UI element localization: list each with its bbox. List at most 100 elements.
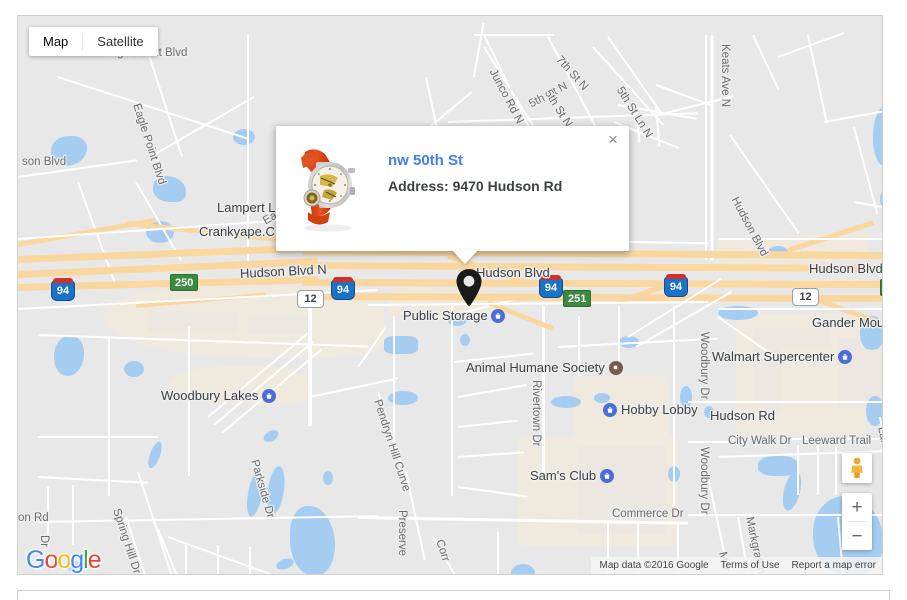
logo-letter-g2: g: [70, 546, 84, 574]
poi-text: Animal Humane Society: [466, 360, 605, 375]
below-map-panel: [17, 590, 890, 600]
map-pin-icon: [456, 269, 482, 306]
poi-woodbury-lakes[interactable]: Woodbury Lakes: [161, 388, 277, 403]
water-body: [264, 465, 288, 515]
shield-label: 94: [56, 285, 70, 297]
shopping-bag-icon: [838, 349, 853, 364]
water-body: [460, 334, 470, 346]
local-road: [249, 547, 251, 574]
poi-animal-humane-society[interactable]: Animal Humane Society: [466, 360, 623, 375]
map-canvas[interactable]: 94 250 94 12 94 251 94 12 Blvd Eagle Poi…: [18, 16, 882, 574]
info-window-tail: [452, 250, 478, 264]
civic-building-icon: [608, 360, 623, 375]
pegman-icon: [851, 457, 863, 479]
shield-label: 94: [544, 282, 558, 294]
street-view-pegman[interactable]: [842, 453, 872, 483]
exit-shield-251: 251: [563, 290, 592, 307]
logo-letter-o2: o: [57, 546, 71, 574]
map-data-credit: Map data ©2016 Google: [599, 560, 709, 571]
local-road: [451, 306, 453, 496]
logo-letter-g: G: [26, 546, 45, 574]
local-road: [37, 476, 148, 484]
terms-of-use-link[interactable]: Terms of Use: [721, 559, 780, 572]
map-type-control[interactable]: Map Satellite: [29, 27, 158, 56]
local-road: [308, 306, 312, 426]
local-road: [542, 306, 545, 476]
poi-walmart-supercenter[interactable]: Walmart Supercenter: [712, 349, 853, 364]
highway-shield-i94: 94: [331, 277, 355, 300]
water-body: [511, 564, 535, 574]
local-road: [729, 134, 800, 234]
local-road: [807, 34, 828, 124]
frontage-road: [718, 308, 882, 310]
shopping-bag-icon: [490, 308, 505, 323]
poi-text: Sam's Club: [530, 468, 597, 483]
water-body: [779, 469, 805, 513]
place-photo[interactable]: [288, 138, 368, 234]
street-label: Eagle Point Blvd: [130, 102, 168, 187]
local-road: [817, 445, 819, 495]
report-map-error-link[interactable]: Report a map error: [792, 559, 876, 572]
google-logo[interactable]: Google: [26, 548, 102, 573]
frontage-road: [718, 238, 882, 240]
highway-i94: [302, 279, 882, 289]
water-body: [261, 427, 281, 445]
place-title[interactable]: nw 50th St: [388, 151, 562, 171]
poi-public-storage[interactable]: Public Storage: [403, 308, 505, 323]
local-road: [710, 35, 714, 261]
poi-text: Hobby Lobby: [621, 402, 698, 417]
poi-hobby-lobby[interactable]: Hobby Lobby: [603, 402, 698, 417]
water-body: [51, 136, 87, 166]
shield-label: 12: [799, 291, 812, 303]
shield-label: 12: [304, 293, 317, 305]
local-road: [835, 445, 837, 495]
zoom-in-button[interactable]: +: [842, 493, 872, 521]
zoom-out-button[interactable]: −: [842, 522, 872, 550]
highway-shield-i94: 94: [664, 274, 688, 297]
zoom-control[interactable]: + −: [842, 493, 872, 550]
shopping-bag-icon: [603, 402, 617, 417]
shield-label: 251: [568, 292, 587, 305]
local-road: [707, 476, 726, 556]
street-label: 5th St N: [541, 87, 575, 130]
local-road: [705, 35, 707, 260]
local-road: [57, 76, 249, 140]
close-icon[interactable]: ×: [603, 130, 623, 150]
street-label: Junco Rd N: [486, 67, 526, 126]
water-body: [758, 456, 798, 476]
building-footprint: [248, 316, 308, 334]
local-road: [473, 22, 485, 78]
highway-shield-i94: 94: [51, 278, 75, 301]
map-type-map-button[interactable]: Map: [29, 27, 82, 56]
google-map[interactable]: 94 250 94 12 94 251 94 12 Blvd Eagle Poi…: [17, 15, 883, 575]
place-address: Address: 9470 Hudson Rd: [388, 178, 563, 194]
local-road: [247, 35, 249, 265]
water-body: [274, 556, 296, 572]
water-body: [384, 336, 418, 354]
local-road: [432, 536, 464, 574]
shield-label: 94: [669, 281, 683, 293]
water-body: [145, 440, 165, 470]
water-body: [153, 176, 186, 202]
local-road: [457, 419, 518, 428]
map-type-satellite-button[interactable]: Satellite: [83, 27, 157, 56]
local-road: [497, 532, 499, 574]
street-label: Woodbury Dr: [698, 332, 710, 400]
location-pin-marker[interactable]: [455, 268, 483, 313]
local-road: [665, 95, 735, 114]
page-root: 94 250 94 12 94 251 94 12 Blvd Eagle Poi…: [0, 0, 907, 600]
local-road: [474, 34, 554, 36]
water-body: [323, 471, 333, 485]
local-road: [688, 441, 748, 443]
logo-letter-o1: o: [44, 546, 58, 574]
water-body: [880, 186, 882, 212]
local-road: [38, 436, 158, 438]
poi-sams-club[interactable]: Sam's Club: [530, 468, 615, 483]
local-road: [457, 383, 528, 398]
water-body: [124, 361, 144, 377]
info-window[interactable]: nw 50th St Address: 9470 Hudson Rd ×: [276, 126, 629, 264]
shield-label: 94: [336, 284, 350, 296]
local-road: [108, 336, 110, 496]
local-road: [752, 34, 780, 90]
local-road: [185, 545, 187, 574]
